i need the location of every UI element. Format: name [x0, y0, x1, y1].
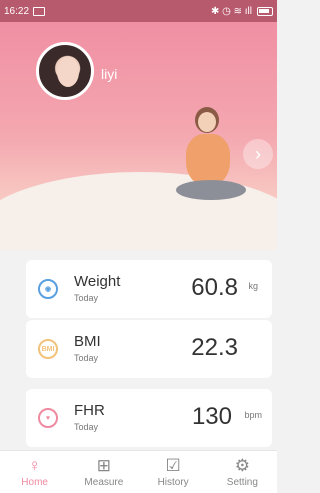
bottom-tab-bar: ♀ Home ⊞ Measure ☑ History ⚙ Setting [0, 450, 277, 493]
next-arrow-button[interactable]: › [243, 139, 273, 169]
metric-unit: bpm [244, 410, 262, 420]
tab-label: Measure [84, 476, 124, 488]
status-bar: 16:22 ✱ ◷ ≋ ıll [0, 0, 277, 22]
heart-icon: ♥ [38, 408, 58, 428]
chart-icon: ☑ [165, 455, 181, 475]
tab-label: Setting [226, 476, 258, 488]
gear-icon: ⚙ [234, 455, 250, 475]
tab-label: History [157, 476, 189, 488]
metric-value: 60.8 [191, 274, 238, 301]
tab-history[interactable]: ☑ History [139, 451, 208, 493]
status-icons: ✱ ◷ ≋ ıll [211, 6, 273, 17]
metric-sub: Today [74, 353, 99, 363]
pregnant-woman-illustration [174, 104, 254, 214]
metric-unit: kg [248, 281, 258, 291]
bmi-card[interactable]: BMI BMI Today 22.3 [26, 320, 272, 378]
figure-face [198, 112, 216, 132]
figure-body [186, 134, 230, 186]
plus-clipboard-icon: ⊞ [96, 455, 111, 475]
avatar-face [57, 57, 79, 87]
tab-home[interactable]: ♀ Home [0, 451, 69, 493]
figure-legs [176, 180, 246, 200]
status-icon-group: ✱ ◷ ≋ ıll [210, 5, 252, 17]
metric-sub: Today [74, 293, 99, 303]
metric-label: BMI [74, 333, 101, 350]
fhr-card[interactable]: ♥ FHR Today 130 bpm [26, 389, 272, 447]
username: liyi [101, 66, 118, 82]
weight-card[interactable]: ◉ Weight Today 60.8 kg [26, 260, 272, 318]
scale-icon: ◉ [38, 279, 58, 299]
metric-label: FHR [74, 402, 105, 419]
battery-icon [257, 6, 273, 16]
tab-setting[interactable]: ⚙ Setting [208, 451, 277, 493]
bmi-icon: BMI [38, 339, 58, 359]
metric-sub: Today [74, 422, 99, 432]
hero-banner: liyi › [0, 22, 277, 250]
metric-value: 130 [191, 403, 232, 430]
metric-value: 22.3 [191, 334, 238, 361]
person-icon: ♀ [28, 455, 41, 475]
tab-label: Home [21, 476, 48, 488]
status-time: 16:22 [4, 5, 30, 17]
tab-measure[interactable]: ⊞ Measure [69, 451, 138, 493]
avatar[interactable] [36, 42, 94, 100]
notification-icon [33, 6, 46, 16]
metric-label: Weight [74, 273, 121, 290]
chevron-right-icon: › [255, 143, 261, 164]
